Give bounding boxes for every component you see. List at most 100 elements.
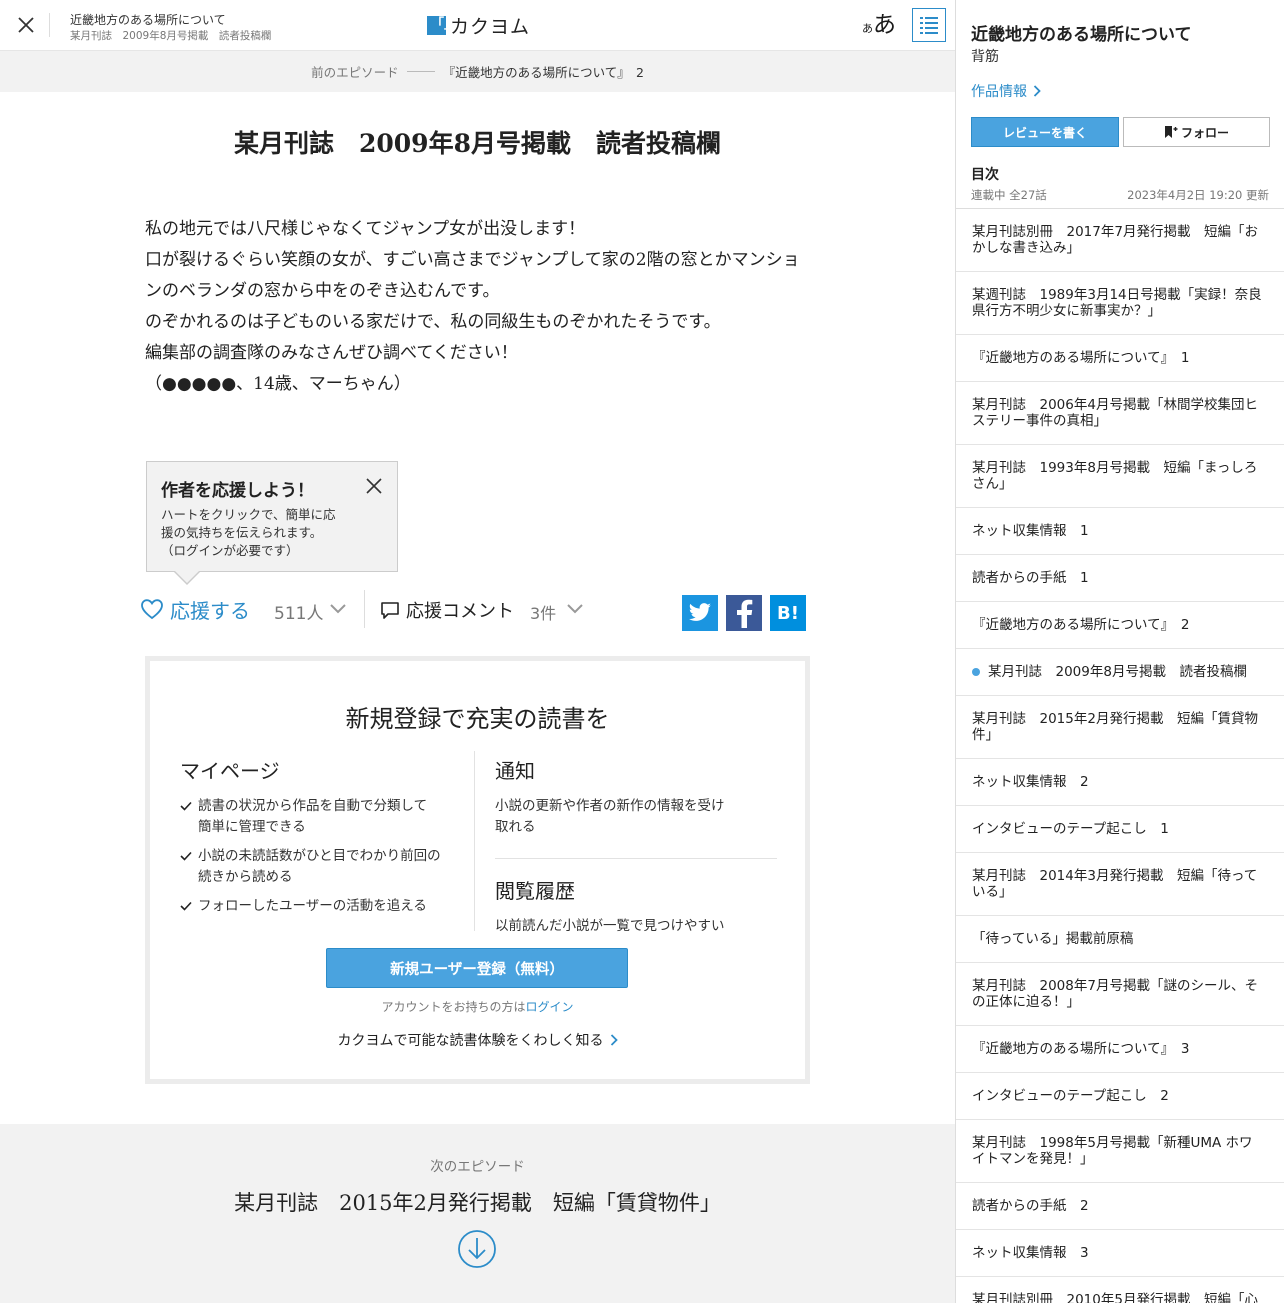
toc-item-line: さん」 — [972, 476, 1013, 492]
support-tooltip: 作者を応援しよう！ ハートをクリックで、簡単に応 援の気持ちを伝えられます。 （… — [146, 461, 398, 585]
work-info-label: 作品情報 — [971, 84, 1027, 100]
prev-episode-bar[interactable]: 前のエピソード 『近畿地方のある場所について』 2 — [0, 50, 955, 92]
comment-count[interactable]: 3件 — [530, 600, 556, 624]
toc-item[interactable]: 『近畿地方のある場所について』 2 — [956, 602, 1284, 649]
action-divider — [364, 590, 365, 628]
signup-notify-column: 通知 小説の更新や作者の新作の情報を受け 取れる 閲覧履歴 以前読んだ小説が一覧… — [495, 755, 777, 937]
toc-item[interactable]: 某月刊誌 1998年5月号掲載「新種UMA ホワ イトマンを発見！」 — [956, 1120, 1284, 1183]
toc-item-title: 某月刊誌 1993年8月号掲載 短編「まっしろ さん」 — [972, 460, 1257, 492]
work-info-link[interactable]: 作品情報 — [971, 81, 1041, 101]
toc-item-title: 『近畿地方のある場所について』 3 — [972, 1041, 1189, 1057]
signup-promo-box: 新規登録で充実の読書を マイページ 読書の状況から作品を自動で分類して 簡単に管… — [145, 656, 810, 1084]
toc-item-title: ネット収集情報 2 — [972, 774, 1089, 790]
login-link[interactable]: ログイン — [526, 1000, 574, 1014]
toc-item-line: 読者からの手紙 1 — [972, 570, 1089, 586]
toc-toggle-button[interactable] — [912, 8, 946, 42]
toc-item-title: 読者からの手紙 2 — [972, 1198, 1089, 1214]
support-button[interactable]: 応援する — [140, 595, 250, 623]
mypage-feature-item: 小説の未読話数がひと目でわかり前回の 続きから読める — [180, 846, 470, 888]
arrow-down-circle-icon[interactable] — [457, 1229, 497, 1269]
mypage-feature-item: フォローしたユーザーの活動を追える — [180, 896, 470, 917]
toc-item-line: 某月刊誌 2009年8月号掲載 読者投稿欄 — [988, 664, 1247, 680]
toc-item[interactable]: 某月刊誌 2014年3月発行掲載 短編「待って いる」 — [956, 853, 1284, 916]
toc-item[interactable]: 『近畿地方のある場所について』 1 — [956, 335, 1284, 382]
toc-item-line: 某月刊誌 2014年3月発行掲載 短編「待って — [972, 868, 1258, 884]
toc-item-title: 読者からの手紙 1 — [972, 570, 1089, 586]
toc-item[interactable]: インタビューのテープ起こし 1 — [956, 806, 1284, 853]
toc-item-current[interactable]: 某月刊誌 2009年8月号掲載 読者投稿欄 — [956, 649, 1284, 696]
notify-heading: 通知 — [495, 759, 535, 783]
toc-item[interactable]: ネット収集情報 3 — [956, 1230, 1284, 1277]
support-tooltip-line: （ログインが必要です） — [161, 543, 299, 558]
toc-list: 某月刊誌別冊 2017年7月発行掲載 短編「お かしな書き込み」 某週刊誌 1989… — [956, 208, 1284, 1303]
learn-more-link[interactable]: カクヨムで可能な読書体験をくわしく知る — [150, 1030, 805, 1050]
toc-item-line: 『近畿地方のある場所について』 1 — [972, 350, 1190, 366]
header-divider — [49, 13, 50, 37]
prev-episode-label: 前のエピソード — [311, 65, 399, 80]
toc-item-line: 某月刊誌 1993年8月号掲載 短編「まっしろ — [972, 460, 1258, 476]
toc-item[interactable]: 某月刊誌 2008年7月号掲載「謎のシール、そ の正体に迫る！」 — [956, 963, 1284, 1026]
prev-episode-title[interactable]: 『近畿地方のある場所について』 2 — [443, 62, 644, 81]
toc-item[interactable]: 某週刊誌 1989年3月14日号掲載「実録！奈良 県行方不明少女に新事実か？」 — [956, 272, 1284, 335]
toc-item[interactable]: インタビューのテープ起こし 2 — [956, 1073, 1284, 1120]
support-count[interactable]: 511人 — [274, 599, 323, 624]
toc-item[interactable]: 某月刊誌別冊 2017年7月発行掲載 短編「お かしな書き込み」 — [956, 209, 1284, 272]
toc-item[interactable]: ネット収集情報 1 — [956, 508, 1284, 555]
write-review-button[interactable]: レビューを書く — [971, 117, 1119, 147]
toc-item[interactable]: 某月刊誌 2006年4月号掲載「林間学校集団ヒ ステリー事件の真相」 — [956, 382, 1284, 445]
support-tooltip-close-button[interactable] — [365, 477, 383, 495]
sidebar-work-title[interactable]: 近畿地方のある場所について — [971, 20, 1192, 45]
toc-item-line: 件」 — [972, 727, 999, 743]
bookmark-plus-icon — [1164, 126, 1178, 138]
toc-item-line: ステリー事件の真相」 — [972, 413, 1107, 429]
close-button[interactable] — [14, 13, 38, 37]
support-comment-label: 応援コメント — [406, 601, 514, 622]
toc-item[interactable]: 『近畿地方のある場所について』 3 — [956, 1026, 1284, 1073]
font-size-button[interactable]: あ あ — [862, 9, 896, 39]
toc-item[interactable]: ネット収集情報 2 — [956, 759, 1284, 806]
notify-text-line: 取れる — [495, 819, 536, 835]
learn-more-label: カクヨムで可能な読書体験をくわしく知る — [337, 1033, 604, 1049]
toc-updated: 2023年4月2日 19:20 更新 — [1127, 188, 1269, 202]
kakuyomu-logo[interactable]: 「」 カクヨム — [427, 12, 530, 38]
next-episode-section[interactable]: 次のエピソード 某月刊誌 2015年2月発行掲載 短編「賃貸物件」 — [0, 1124, 955, 1303]
mypage-heading: マイページ — [180, 759, 280, 783]
logo-mark-icon: 「」 — [427, 15, 457, 35]
share-twitter-button[interactable] — [682, 595, 718, 631]
toc-item[interactable]: 某月刊誌別冊 2010年5月発行掲載 短編「心 — [956, 1277, 1284, 1303]
toc-item-line: 『近畿地方のある場所について』 3 — [972, 1041, 1190, 1057]
chevron-down-icon[interactable] — [329, 602, 347, 616]
signup-mypage-column: マイページ 読書の状況から作品を自動で分類して 簡単に管理できる 小説の未読話数… — [180, 755, 470, 925]
toc-item-line: 某月刊誌 2006年4月号掲載「林間学校集団ヒ — [972, 397, 1258, 413]
chevron-down-icon[interactable] — [566, 602, 584, 616]
mypage-feature-item: 読書の状況から作品を自動で分類して 簡単に管理できる — [180, 796, 470, 838]
register-button[interactable]: 新規ユーザー登録（無料） — [326, 948, 628, 988]
login-line: アカウントをお持ちの方はログイン — [150, 998, 805, 1015]
facebook-icon — [737, 599, 753, 628]
toc-item[interactable]: 読者からの手紙 2 — [956, 1183, 1284, 1230]
signup-row-divider — [495, 858, 777, 859]
next-episode-title[interactable]: 某月刊誌 2015年2月発行掲載 短編「賃貸物件」 — [0, 1187, 955, 1217]
chevron-right-icon — [610, 1034, 618, 1046]
episode-title: 某月刊誌 2009年8月号掲載 読者投稿欄 — [234, 129, 721, 158]
sidebar-author[interactable]: 背筋 — [971, 46, 999, 66]
signup-title: 新規登録で充実の読書を — [345, 705, 610, 733]
share-hatena-button[interactable]: B! — [770, 595, 806, 631]
follow-label: フォロー — [1180, 125, 1229, 140]
share-facebook-button[interactable] — [726, 595, 762, 631]
mypage-feature-line: フォローしたユーザーの活動を追える — [198, 898, 427, 914]
toc-item-line: イトマンを発見！」 — [972, 1151, 1094, 1167]
follow-button[interactable]: フォロー — [1123, 117, 1270, 147]
check-icon — [180, 901, 192, 911]
hatena-bookmark-icon: B! — [777, 602, 799, 624]
toc-item[interactable]: 某月刊誌 2015年2月発行掲載 短編「賃貸物 件」 — [956, 696, 1284, 759]
header-work-title[interactable]: 近畿地方のある場所について — [70, 11, 226, 28]
toc-item[interactable]: 某月刊誌 1993年8月号掲載 短編「まっしろ さん」 — [956, 445, 1284, 508]
heart-icon — [141, 599, 163, 620]
toc-item[interactable]: 読者からの手紙 1 — [956, 555, 1284, 602]
support-comment-button[interactable]: 応援コメント — [380, 596, 514, 624]
toc-item-line: 某週刊誌 1989年3月14日号掲載「実録！奈良 — [972, 287, 1262, 303]
support-tooltip-line: 援の気持ちを伝えられます。 — [161, 525, 323, 540]
toc-item[interactable]: 「待っている」掲載前原稿 — [956, 916, 1284, 963]
check-icon — [180, 851, 192, 861]
